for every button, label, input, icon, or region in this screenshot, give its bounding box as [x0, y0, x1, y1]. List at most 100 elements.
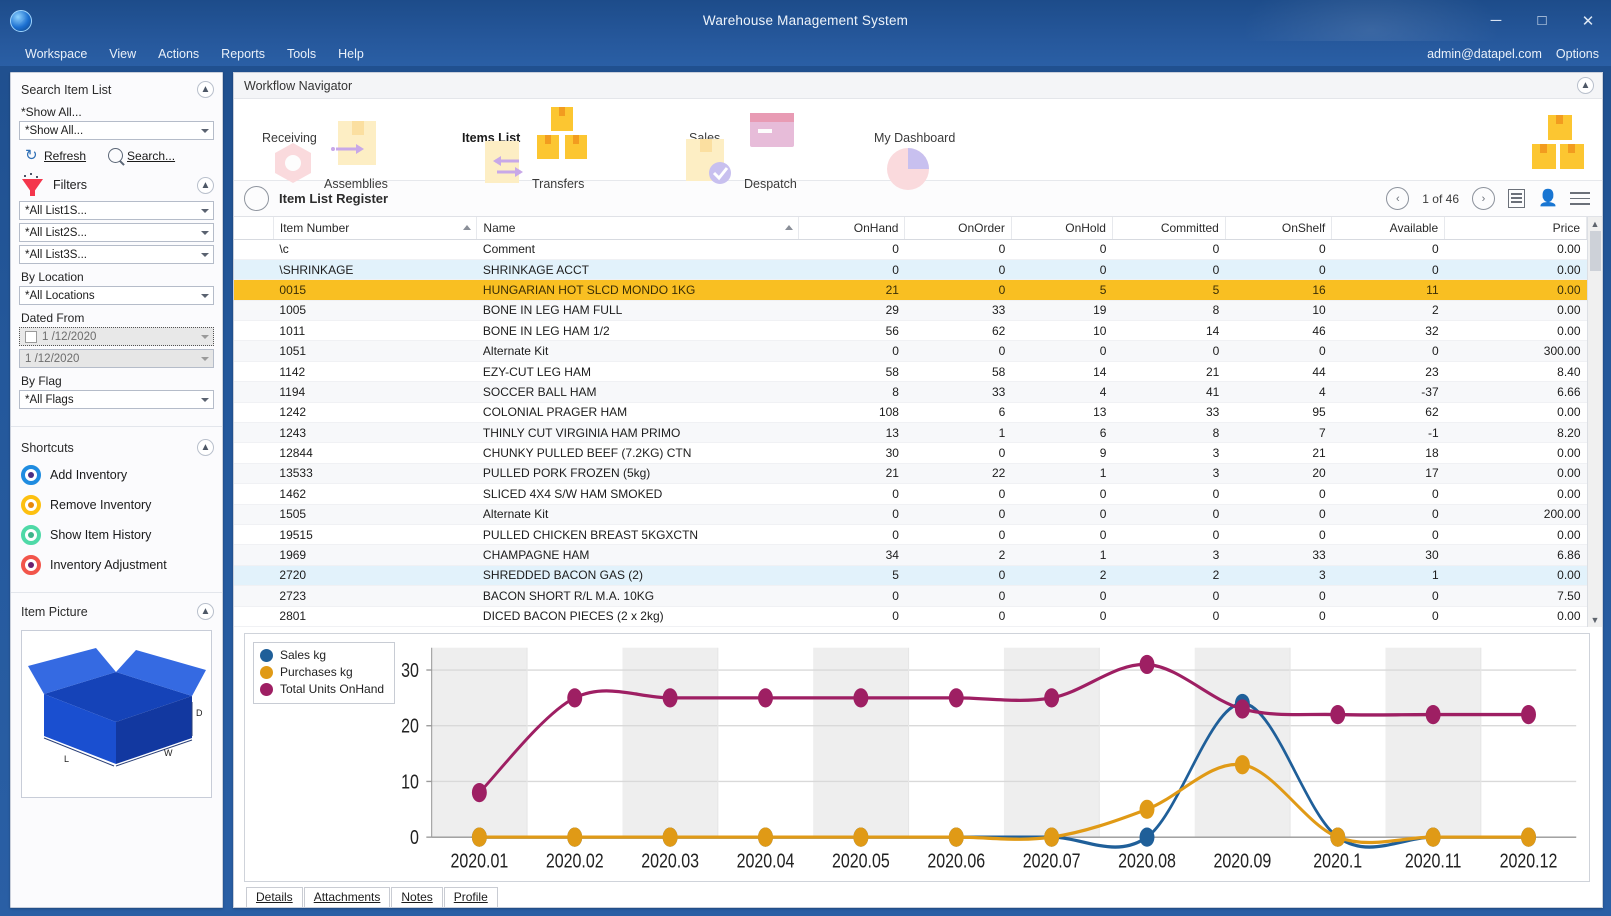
- search-link[interactable]: Search...: [127, 149, 175, 163]
- row-selector-cell[interactable]: [234, 422, 274, 444]
- table-row[interactable]: 1243 THINLY CUT VIRGINIA HAM PRIMO 13 1 6 8 7-…: [234, 422, 1587, 444]
- row-selector-cell[interactable]: [234, 606, 274, 627]
- row-selector-cell[interactable]: [234, 402, 274, 424]
- column-header-committed[interactable]: Committed: [1112, 217, 1226, 240]
- table-row[interactable]: \SHRINKAGE SHRINKAGE ACCT 0 0 0 0 0 0 0.00: [234, 259, 1587, 281]
- table-row[interactable]: \c Comment 0 0 0 0 0 0 0.00: [234, 239, 1587, 260]
- sales-icon[interactable]: [742, 111, 804, 165]
- scroll-down-icon[interactable]: ▼: [1591, 615, 1600, 625]
- by-location-select[interactable]: *All Locations: [19, 286, 214, 305]
- table-row[interactable]: 1011 BONE IN LEG HAM 1/2 56 62 10 14 46 32 0.00: [234, 320, 1587, 342]
- row-selector-cell[interactable]: [234, 585, 274, 607]
- menu-actions[interactable]: Actions: [147, 45, 210, 63]
- collapse-filters-icon[interactable]: ▲: [197, 176, 214, 194]
- column-header-onhold[interactable]: OnHold: [1011, 217, 1113, 240]
- close-button[interactable]: ✕: [1565, 0, 1611, 41]
- column-header-onshelf[interactable]: OnShelf: [1225, 217, 1333, 240]
- menu-help[interactable]: Help: [327, 45, 375, 63]
- assemblies-icon[interactable]: [267, 141, 323, 185]
- row-selector-cell[interactable]: [234, 381, 274, 403]
- items-list-icon[interactable]: [532, 105, 590, 167]
- minimize-button[interactable]: ─: [1473, 0, 1519, 41]
- scroll-up-icon[interactable]: ▲: [1591, 219, 1600, 229]
- row-selector-cell[interactable]: [234, 565, 274, 587]
- filter-list1-select[interactable]: *All List1S...: [19, 201, 214, 220]
- row-selector-cell[interactable]: [234, 279, 274, 301]
- row-selector-cell[interactable]: [234, 463, 274, 485]
- collapse-search-panel-icon[interactable]: ▲: [197, 81, 214, 98]
- table-row[interactable]: 1969 CHAMPAGNE HAM 34 2 1 3 33 30 6.86: [234, 544, 1587, 566]
- menu-burger-icon[interactable]: [1570, 191, 1590, 206]
- shortcut-inventory-adjustment[interactable]: Inventory Adjustment: [11, 550, 222, 580]
- scrollbar-thumb[interactable]: [1589, 231, 1601, 271]
- collapse-workflow-icon[interactable]: ▲: [1577, 77, 1594, 94]
- shortcut-show-item-history[interactable]: Show Item History: [11, 520, 222, 550]
- row-selector-cell[interactable]: [234, 300, 274, 322]
- column-header-item-number[interactable]: Item Number: [273, 217, 478, 240]
- my-dashboard-icon[interactable]: [884, 144, 940, 200]
- dated-from-checkbox[interactable]: [25, 330, 37, 343]
- table-row[interactable]: 0015 HUNGARIAN HOT SLCD MONDO 1KG 21 0 5 5 16 1…: [234, 279, 1587, 301]
- column-header-name[interactable]: Name: [476, 217, 800, 240]
- dated-to-field[interactable]: 1 /12/2020: [19, 349, 214, 368]
- options-link[interactable]: Options: [1556, 47, 1599, 61]
- grid-vertical-scrollbar[interactable]: ▲ ▼: [1587, 217, 1602, 627]
- column-header-available[interactable]: Available: [1331, 217, 1446, 240]
- table-row[interactable]: 2801 DICED BACON PIECES (2 x 2kg) 0 0 0 0 0 0 0.…: [234, 606, 1587, 627]
- table-row[interactable]: 1462 SLICED 4X4 S/W HAM SMOKED 0 0 0 0 0 0 0.00: [234, 483, 1587, 505]
- filter-list2-select[interactable]: *All List2S...: [19, 223, 214, 242]
- workflow-item-my-dashboard[interactable]: My Dashboard: [874, 131, 955, 145]
- row-selector-cell[interactable]: [234, 483, 274, 505]
- workflow-item-transfers[interactable]: Transfers: [532, 177, 584, 191]
- menu-reports[interactable]: Reports: [210, 45, 276, 63]
- column-header-price[interactable]: Price: [1444, 217, 1587, 240]
- table-row[interactable]: 12844 CHUNKY PULLED BEEF (7.2KG) CTN 30 0 9 3…: [234, 442, 1587, 464]
- row-selector-cell[interactable]: [234, 239, 274, 260]
- column-header-onhand[interactable]: OnHand: [798, 217, 906, 240]
- table-row[interactable]: 1242 COLONIAL PRAGER HAM 108 6 13 33 95 62 0.00: [234, 402, 1587, 424]
- by-flag-select[interactable]: *All Flags: [19, 390, 214, 409]
- table-row[interactable]: 2723 BACON SHORT R/L M.A. 10KG 0 0 0 0 0 0 7.50: [234, 585, 1587, 607]
- row-selector-cell[interactable]: [234, 524, 274, 546]
- collapse-item-picture-icon[interactable]: ▲: [197, 603, 214, 620]
- table-row[interactable]: 1051 Alternate Kit 0 0 0 0 0 0 300.00: [234, 340, 1587, 362]
- person-search-icon[interactable]: 👤: [1538, 189, 1558, 208]
- row-selector-cell[interactable]: [234, 320, 274, 342]
- tab-attachments[interactable]: Attachments: [303, 887, 391, 907]
- shortcut-add-inventory[interactable]: Add Inventory: [11, 460, 222, 490]
- row-selector-cell[interactable]: [234, 259, 274, 281]
- filter-list3-select[interactable]: *All List3S...: [19, 245, 214, 264]
- dated-from-field[interactable]: 1 /12/2020: [19, 327, 214, 346]
- inventory-trend-chart[interactable]: Sales kg Purchases kg Total Units OnHand 0…: [244, 632, 1590, 882]
- column-header-onorder[interactable]: OnOrder: [904, 217, 1012, 240]
- maximize-button[interactable]: □: [1519, 0, 1565, 41]
- next-record-button[interactable]: ›: [1472, 187, 1495, 210]
- transfers-icon[interactable]: [481, 139, 539, 187]
- show-all-select[interactable]: *Show All...: [19, 121, 214, 140]
- tab-profile[interactable]: Profile: [443, 887, 498, 907]
- workflow-item-assemblies[interactable]: Assemblies: [324, 177, 388, 191]
- workflow-item-despatch[interactable]: Despatch: [744, 177, 797, 191]
- collapse-shortcuts-icon[interactable]: ▲: [197, 439, 214, 456]
- receiving-icon[interactable]: [330, 119, 384, 175]
- row-selector-cell[interactable]: [234, 544, 274, 566]
- table-row[interactable]: 19515 PULLED CHICKEN BREAST 5KGXCTN 0 0 0 0 0 0…: [234, 524, 1587, 546]
- row-selector-cell[interactable]: [234, 361, 274, 383]
- previous-record-button[interactable]: ‹: [1386, 187, 1410, 210]
- table-row[interactable]: 2720 SHREDDED BACON GAS (2) 5 0 2 2 3 1 0.00: [234, 565, 1587, 587]
- table-row[interactable]: 1005 BONE IN LEG HAM FULL 29 33 19 8 10 2 0.00: [234, 300, 1587, 322]
- tab-notes[interactable]: Notes: [391, 887, 443, 907]
- tab-details[interactable]: Details: [246, 887, 303, 907]
- menu-tools[interactable]: Tools: [276, 45, 327, 63]
- shortcut-remove-inventory[interactable]: Remove Inventory: [11, 490, 222, 520]
- menu-view[interactable]: View: [98, 45, 147, 63]
- table-row[interactable]: 1505 Alternate Kit 0 0 0 0 0 0 200.00: [234, 504, 1587, 525]
- table-row[interactable]: 13533 PULLED PORK FROZEN (5kg) 21 22 1 3 20 17 0…: [234, 463, 1587, 485]
- row-selector-cell[interactable]: [234, 442, 274, 464]
- menu-workspace[interactable]: Workspace: [14, 45, 98, 63]
- despatch-icon[interactable]: [680, 137, 742, 187]
- row-selector-cell[interactable]: [234, 340, 274, 362]
- table-row[interactable]: 1142 EZY-CUT LEG HAM 58 58 14 21 44 23 8.40: [234, 361, 1587, 383]
- row-selector-cell[interactable]: [234, 504, 274, 525]
- table-row[interactable]: 1194 SOCCER BALL HAM 8 33 4 41 4 -37 6.66: [234, 381, 1587, 403]
